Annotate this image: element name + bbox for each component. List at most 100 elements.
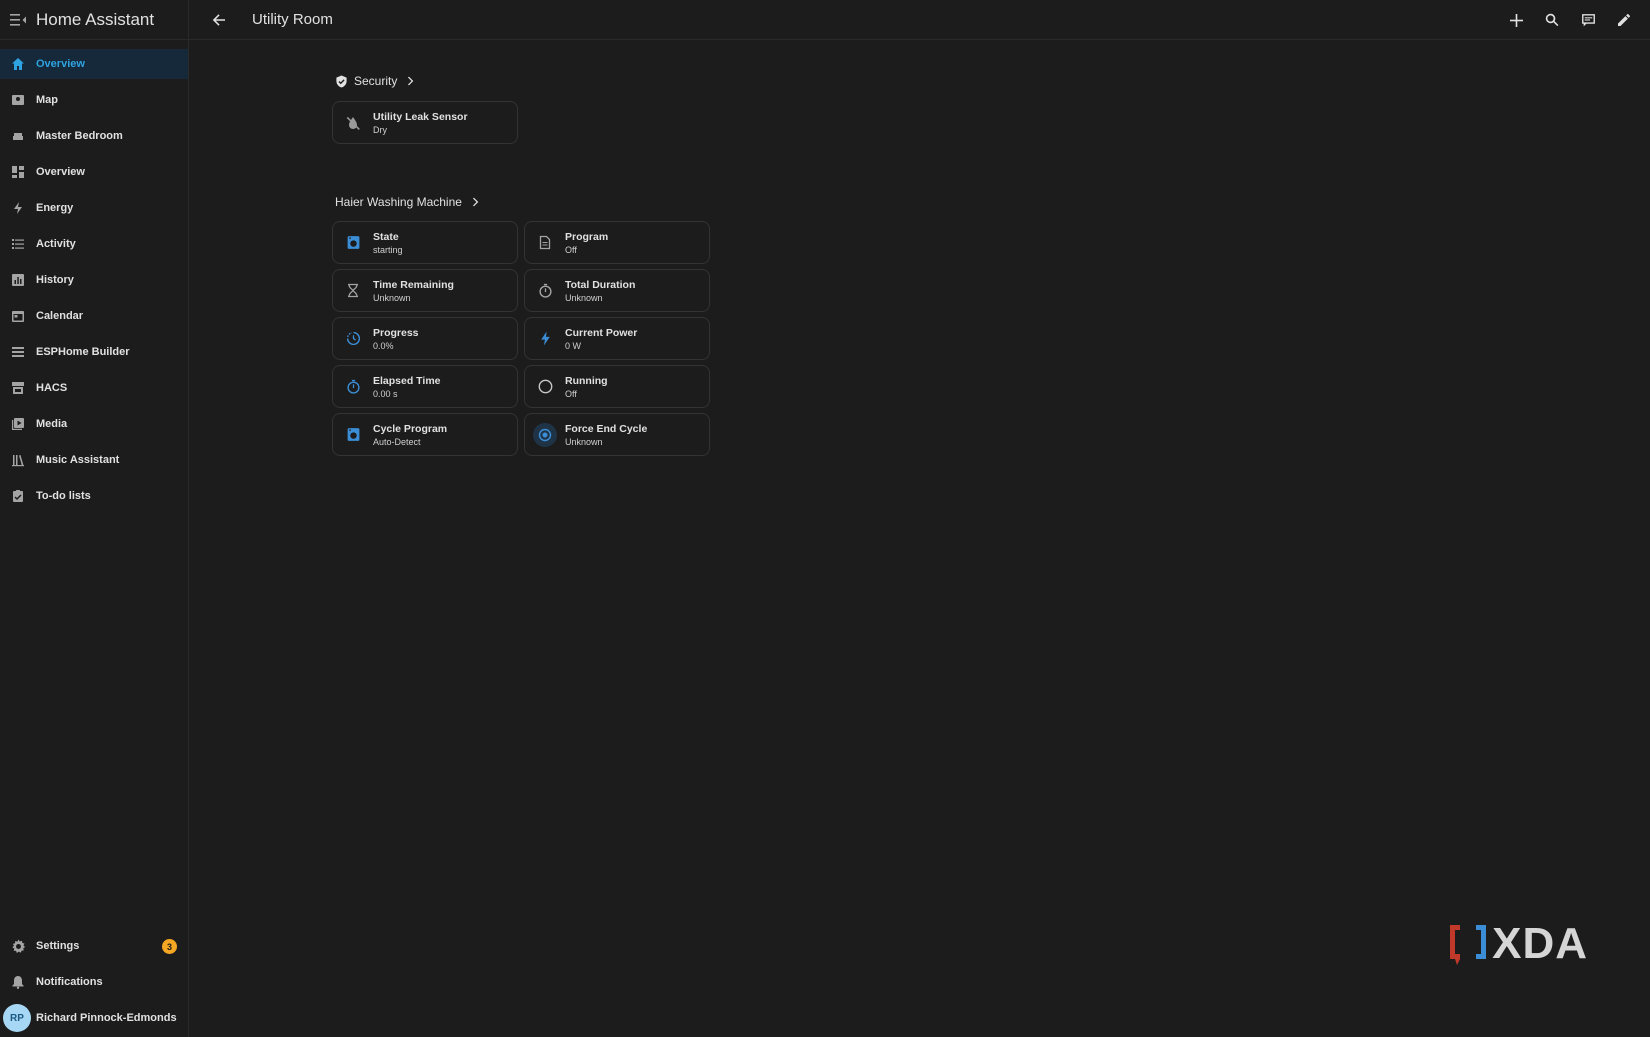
music-icon	[0, 453, 36, 467]
tile-name: Elapsed Time	[373, 374, 441, 387]
sidebar-item-label: Notifications	[36, 976, 103, 988]
tile-name: Cycle Program	[373, 422, 448, 435]
list-icon	[0, 237, 36, 251]
plus-icon	[1509, 13, 1523, 27]
tile-state: 0 W	[565, 340, 582, 351]
tile-state: Unknown	[565, 436, 603, 447]
gear-icon	[0, 939, 36, 954]
tile-state: Off	[565, 388, 577, 399]
washing-machine-icon	[333, 235, 373, 250]
sidebar-item-label: History	[36, 274, 74, 286]
sidebar-item-label: Calendar	[36, 310, 84, 322]
lightning-icon	[0, 201, 36, 215]
arrow-left-icon	[212, 13, 225, 26]
tile-current-power[interactable]: Current Power 0 W	[524, 317, 710, 360]
tile-name: State	[373, 230, 399, 243]
sidebar-item-calendar[interactable]: Calendar	[0, 301, 188, 331]
tile-utility-leak-sensor[interactable]: Utility Leak Sensor Dry	[332, 101, 518, 144]
search-button[interactable]	[1534, 13, 1570, 27]
chart-icon	[0, 273, 36, 287]
bell-icon	[0, 975, 36, 989]
timer-icon	[333, 379, 373, 394]
lightning-bolt-icon	[525, 331, 565, 346]
topbar: Utility Room	[189, 0, 1650, 40]
sidebar-item-label: Settings	[36, 940, 80, 952]
tile-progress[interactable]: Progress 0.0%	[332, 317, 518, 360]
main-content: Security Utility Leak Sensor Dry Haier W…	[189, 40, 1650, 1037]
sidebar-item-todo-lists[interactable]: To-do lists	[0, 481, 188, 511]
tile-name: Force End Cycle	[565, 422, 648, 435]
tile-cycle-program[interactable]: Cycle Program Auto-Detect	[332, 413, 518, 456]
sidebar-item-history[interactable]: History	[0, 265, 188, 295]
todo-icon	[0, 489, 36, 503]
avatar: RP	[3, 1004, 31, 1032]
sidebar-item-energy[interactable]: Energy	[0, 193, 188, 223]
hacs-icon	[0, 381, 36, 395]
edit-button[interactable]	[1606, 13, 1642, 27]
sidebar-item-label: Music Assistant	[36, 454, 120, 466]
sidebar-item-master-bedroom[interactable]: Master Bedroom	[0, 121, 188, 151]
add-button[interactable]	[1498, 13, 1534, 27]
tile-name: Time Remaining	[373, 278, 454, 291]
tile-state: starting	[373, 244, 403, 255]
menu-icon[interactable]	[0, 13, 36, 27]
tile-state: Auto-Detect	[373, 436, 421, 447]
calendar-icon	[0, 309, 36, 323]
user-name: Richard Pinnock-Edmonds	[36, 1012, 177, 1024]
sidebar-item-settings[interactable]: Settings 3	[0, 931, 189, 961]
sidebar-item-overview[interactable]: Overview	[0, 49, 188, 79]
timer-sync-icon	[525, 283, 565, 298]
circle-outline-icon	[525, 379, 565, 394]
shield-icon	[336, 74, 347, 88]
settings-badge: 3	[162, 939, 177, 954]
xda-watermark: XDA	[1448, 919, 1588, 969]
sidebar-item-hacs[interactable]: HACS	[0, 373, 188, 403]
tile-state: Unknown	[565, 292, 603, 303]
tile-program[interactable]: Program Off	[524, 221, 710, 264]
sidebar-item-label: Media	[36, 418, 68, 430]
tile-total-duration[interactable]: Total Duration Unknown	[524, 269, 710, 312]
section-security-header[interactable]: Security	[335, 74, 415, 88]
sidebar-item-music-assistant[interactable]: Music Assistant	[0, 445, 188, 475]
watermark-text: XDA	[1492, 919, 1588, 968]
tile-name: Current Power	[565, 326, 638, 339]
tile-state[interactable]: State starting	[332, 221, 518, 264]
sidebar-item-label: Overview	[36, 58, 85, 70]
sidebar-item-activity[interactable]: Activity	[0, 229, 188, 259]
section-washer-header[interactable]: Haier Washing Machine	[335, 195, 480, 209]
sidebar-item-profile[interactable]: RP Richard Pinnock-Edmonds	[0, 1003, 189, 1033]
map-icon	[0, 93, 36, 107]
radiobox-icon	[525, 422, 565, 447]
assist-button[interactable]	[1570, 13, 1606, 28]
sidebar-header: Home Assistant	[0, 0, 188, 40]
sidebar-nav: Overview Map Master Bedroom Overview Ene…	[0, 49, 188, 511]
sidebar-item-label: Master Bedroom	[36, 130, 123, 142]
tile-state: Unknown	[373, 292, 411, 303]
xda-logo-icon	[1450, 925, 1487, 965]
app-title: Home Assistant	[36, 9, 155, 29]
back-button[interactable]	[201, 13, 237, 27]
home-icon	[0, 57, 36, 71]
top-actions	[1498, 0, 1642, 40]
sidebar-item-label: Overview	[36, 166, 85, 178]
sidebar-item-esphome-builder[interactable]: ESPHome Builder	[0, 337, 188, 367]
tile-running[interactable]: Running Off	[524, 365, 710, 408]
comment-icon	[1581, 13, 1595, 26]
sidebar-item-notifications[interactable]: Notifications	[0, 967, 189, 997]
sidebar-item-overview-dashboard[interactable]: Overview	[0, 157, 188, 187]
pencil-icon	[1618, 13, 1631, 26]
dashboard-icon	[0, 165, 36, 179]
sidebar-item-media[interactable]: Media	[0, 409, 188, 439]
hourglass-icon	[333, 283, 373, 298]
tile-state: Off	[565, 244, 577, 255]
sidebar-item-label: Activity	[36, 238, 76, 250]
tile-force-end-cycle[interactable]: Force End Cycle Unknown	[524, 413, 710, 456]
sidebar-bottom: Settings 3 Notifications RP Richard Pinn…	[0, 931, 189, 1037]
search-icon	[1545, 13, 1559, 27]
sofa-icon	[0, 129, 36, 143]
sidebar-item-map[interactable]: Map	[0, 85, 188, 115]
tile-time-remaining[interactable]: Time Remaining Unknown	[332, 269, 518, 312]
tile-elapsed-time[interactable]: Elapsed Time 0.00 s	[332, 365, 518, 408]
tile-name: Progress	[373, 326, 419, 339]
sidebar-item-label: To-do lists	[36, 490, 91, 502]
